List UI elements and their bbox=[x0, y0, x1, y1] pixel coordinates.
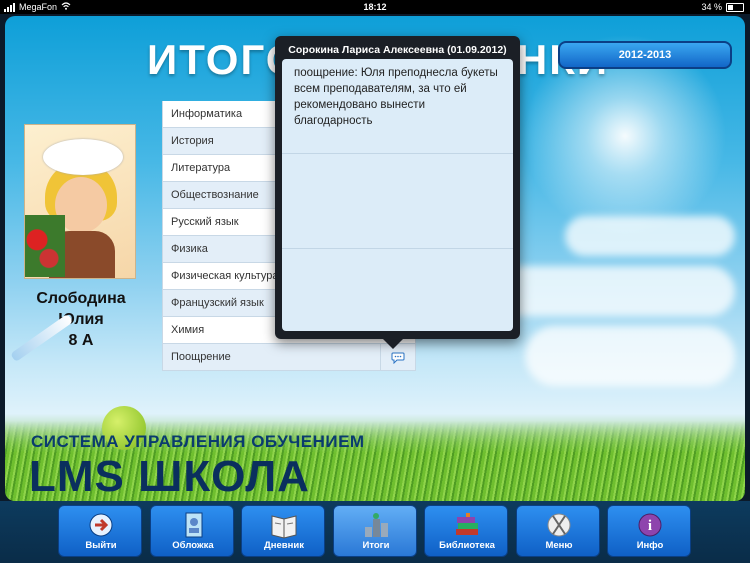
menu-icon bbox=[544, 511, 574, 539]
subject-label: Обществознание bbox=[171, 189, 259, 201]
year-selector-button[interactable]: 2012-2013 bbox=[558, 41, 732, 69]
cloud bbox=[565, 216, 735, 256]
cover-icon bbox=[178, 511, 208, 539]
subject-label: Русский язык bbox=[171, 216, 239, 228]
battery-percent: 34 % bbox=[701, 2, 722, 12]
subject-label: Поощрение bbox=[171, 351, 231, 363]
bottom-dock: Выйти Обложка Дневник Итоги Библиотека М… bbox=[0, 501, 750, 563]
exit-button[interactable]: Выйти bbox=[58, 505, 142, 557]
info-icon: i bbox=[635, 511, 665, 539]
popover-arrow bbox=[382, 338, 404, 349]
brand-title: LMS ШКОЛА bbox=[29, 452, 310, 501]
menu-button[interactable]: Меню bbox=[516, 505, 600, 557]
subject-label: Французский язык bbox=[171, 297, 264, 309]
dock-label: Библиотека bbox=[439, 540, 495, 551]
subject-label: Физическая культура bbox=[171, 270, 279, 282]
diary-icon bbox=[269, 511, 299, 539]
popover-title: Сорокина Лариса Алексеевна (01.09.2012) bbox=[288, 44, 507, 56]
dock-label: Обложка bbox=[172, 540, 214, 551]
dock-label: Инфо bbox=[636, 540, 664, 551]
battery-icon bbox=[726, 2, 744, 12]
popover-body: поощрение: Юля преподнесла букеты всем п… bbox=[282, 59, 513, 331]
library-icon bbox=[452, 511, 482, 539]
subject-label: Химия bbox=[171, 324, 205, 336]
subject-label: Физика bbox=[171, 243, 208, 255]
dock-label: Меню bbox=[545, 540, 573, 551]
svg-text:i: i bbox=[648, 518, 652, 534]
cover-button[interactable]: Обложка bbox=[150, 505, 234, 557]
dock-label: Выйти bbox=[85, 540, 117, 551]
dock-label: Итоги bbox=[362, 540, 390, 551]
comment-popover: Сорокина Лариса Алексеевна (01.09.2012) … bbox=[275, 36, 520, 349]
clock: 18:12 bbox=[363, 2, 387, 12]
diary-button[interactable]: Дневник bbox=[241, 505, 325, 557]
popover-text: поощрение: Юля преподнесла букеты всем п… bbox=[294, 67, 498, 127]
cloud bbox=[525, 326, 735, 386]
subject-row-encouragement[interactable]: Поощрение bbox=[162, 344, 416, 371]
subject-label: История bbox=[171, 135, 214, 147]
brand-subtitle: СИСТЕМА УПРАВЛЕНИЯ ОБУЧЕНИЕМ bbox=[31, 432, 365, 451]
student-surname: Слободина bbox=[36, 290, 126, 307]
library-button[interactable]: Библиотека bbox=[424, 505, 508, 557]
exit-icon bbox=[86, 511, 116, 539]
student-firstname: Юлия bbox=[58, 311, 104, 328]
student-photo bbox=[24, 124, 136, 279]
dock-label: Дневник bbox=[264, 540, 304, 551]
status-bar: MegaFon 18:12 34 % bbox=[0, 0, 750, 14]
info-button[interactable]: i Инфо bbox=[607, 505, 691, 557]
subject-label: Литература bbox=[171, 162, 231, 174]
subject-label: Информатика bbox=[171, 108, 243, 120]
results-icon bbox=[361, 511, 391, 539]
results-button[interactable]: Итоги bbox=[333, 505, 417, 557]
